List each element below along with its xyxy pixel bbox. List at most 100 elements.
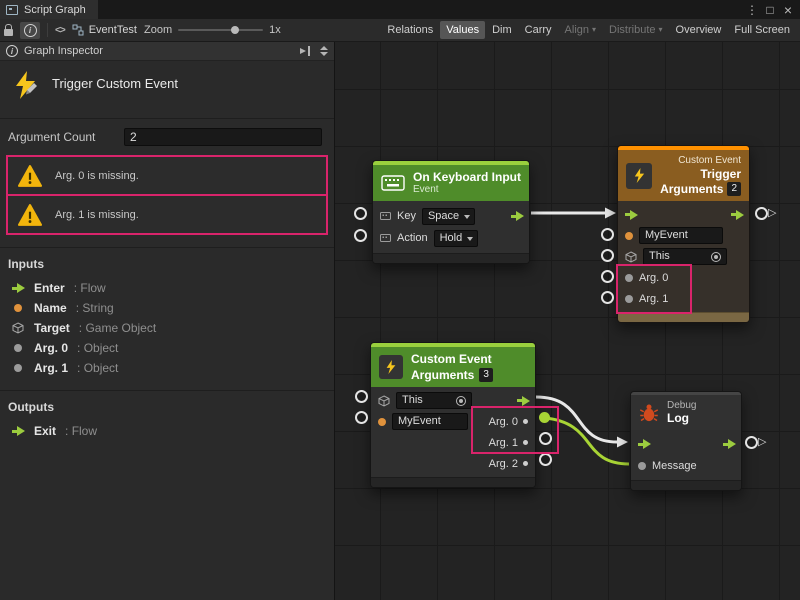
window-controls: ⋮ □ × [744,0,800,19]
value-input-port[interactable] [355,390,368,403]
node-title-line2: Arguments [660,182,723,196]
presets-spinner-icon[interactable] [320,46,328,56]
chevron-down-icon: ▾ [592,21,596,39]
node-title: Log [667,411,696,425]
flow-port-icon [12,426,25,436]
carry-button[interactable]: Carry [519,21,558,39]
info-icon: i [6,45,18,57]
dim-button[interactable]: Dim [486,21,518,39]
warning-box: Arg. 0 is missing. [6,155,328,196]
value-output-port[interactable] [539,453,552,466]
relations-button[interactable]: Relations [381,21,439,39]
input-row-arg0: Arg. 0Object [0,338,334,358]
value-input-port[interactable] [355,411,368,424]
overview-button[interactable]: Overview [670,21,728,39]
node-title: On Keyboard Input [413,170,521,184]
warning-text: Arg. 0 is missing. [55,170,139,182]
graph-breadcrumb[interactable]: EventTest [72,24,137,36]
script-graph-window: Script Graph ⋮ □ × i <> EventTest Zoom 1… [0,0,800,600]
node-header: On Keyboard Input Event [373,165,529,201]
node-header: Custom Event Trigger Arguments 2 [618,150,749,201]
flow-input-port[interactable] [638,439,651,449]
node-on-keyboard-input[interactable]: On Keyboard Input Event Key Space Action… [372,160,530,264]
align-button[interactable]: Align▾ [559,21,602,39]
gameobject-cube-icon[interactable] [625,251,637,263]
argument-count-input[interactable] [124,128,322,146]
graph-canvas[interactable]: On Keyboard Input Event Key Space Action… [335,42,800,600]
warning-text: Arg. 1 is missing. [55,209,139,221]
event-name-field[interactable]: MyEvent [392,413,468,430]
key-dropdown[interactable]: Space [422,208,475,225]
object-picker-icon[interactable] [456,396,466,406]
string-port-icon[interactable] [378,418,386,426]
flow-output-port[interactable] [511,211,524,221]
tab-label: Script Graph [24,4,86,16]
zoom-value: 1x [269,24,281,36]
node-footer [373,253,529,263]
flow-output-port[interactable] [745,436,758,449]
event-name-row: MyEvent [618,225,749,246]
target-field[interactable]: This [643,248,727,265]
argument-count-badge: 2 [727,182,741,196]
chevron-down-icon: ▾ [659,21,663,39]
wire-arrowhead [617,437,628,448]
flow-output-port[interactable] [731,210,744,220]
output-row-exit: ExitFlow [0,421,334,441]
warning-icon [18,204,42,226]
key-label: Key [397,210,416,222]
node-category: Custom Event [678,155,741,166]
graph-inspector-panel: i Graph Inspector Trigger Custom Event A… [0,42,335,600]
node-subtitle: Event [413,184,521,196]
zoom-slider-handle[interactable] [231,26,239,34]
fullscreen-button[interactable]: Full Screen [728,21,796,39]
keyboard-icon [380,212,391,220]
close-icon[interactable]: × [780,2,796,18]
value-input-port[interactable] [354,207,367,220]
inspector-toggle-button[interactable]: i [20,22,40,39]
argument-count-badge: 3 [479,368,493,382]
toolbar: i <> EventTest Zoom 1x Relations Values … [0,19,800,42]
outputs-header: Outputs [0,391,334,421]
inputs-header: Inputs [0,248,334,278]
value-output-port[interactable] [523,461,528,466]
keyboard-icon [380,234,391,242]
value-input-port[interactable] [601,291,614,304]
gameobject-cube-icon [12,322,24,334]
custom-event-bolt-icon [384,360,398,374]
dock-icon[interactable] [300,46,312,56]
info-icon: i [24,24,37,37]
value-input-port[interactable] [601,270,614,283]
argument-count-label: Argument Count [8,130,116,144]
node-debug-log[interactable]: Debug Log Message [630,391,742,491]
flow-output-port[interactable] [723,439,736,449]
missing-args-highlight [616,264,692,314]
arg2-row: Arg. 2 [371,453,535,474]
string-port-icon[interactable] [625,232,633,240]
node-category: Custom Event [411,352,493,366]
gameobject-cube-icon[interactable] [378,395,390,407]
object-picker-icon[interactable] [711,252,721,262]
zoom-label: Zoom [144,24,172,36]
distribute-button[interactable]: Distribute▾ [603,21,668,39]
values-button[interactable]: Values [440,21,485,39]
code-view-icon[interactable]: <> [55,25,65,36]
flow-output-port[interactable] [755,207,768,220]
value-input-port[interactable] [354,229,367,242]
action-dropdown[interactable]: Hold [434,230,479,247]
tab-script-graph[interactable]: Script Graph [0,0,98,19]
target-field[interactable]: This [396,392,472,409]
flow-output-port[interactable] [517,396,530,406]
value-input-port[interactable] [601,249,614,262]
lock-icon[interactable] [4,29,13,36]
inspector-header: i Graph Inspector [0,42,334,61]
kebab-menu-icon[interactable]: ⋮ [744,2,760,18]
maximize-icon[interactable]: □ [762,2,778,18]
value-input-port[interactable] [601,228,614,241]
zoom-slider[interactable] [178,29,263,31]
flow-input-port[interactable] [625,210,638,220]
zoom-control: Zoom 1x [144,24,281,36]
object-port-icon[interactable] [638,462,646,470]
event-name-field[interactable]: MyEvent [639,227,723,244]
message-row: Message [631,455,741,477]
node-footer [371,477,535,487]
